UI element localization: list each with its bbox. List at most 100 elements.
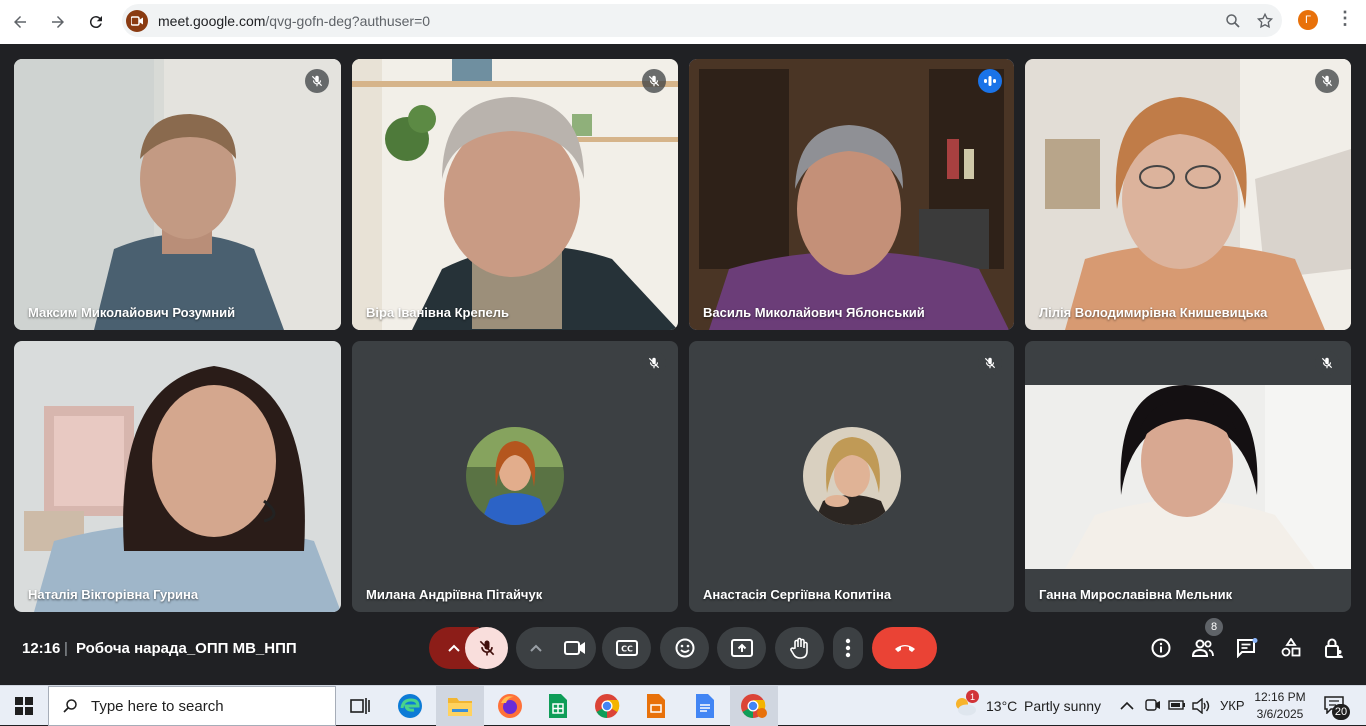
participant-name: Анастасія Сергіївна Копитіна — [703, 587, 892, 602]
taskbar-edge[interactable] — [386, 686, 434, 726]
windows-logo-icon — [15, 697, 33, 715]
more-options-button[interactable] — [833, 627, 863, 669]
task-view-button[interactable] — [336, 686, 384, 726]
participant-tile[interactable]: Милана Андріївна Пітайчук — [352, 341, 678, 612]
taskbar-file-explorer[interactable] — [436, 686, 484, 726]
forward-button[interactable] — [40, 4, 76, 40]
participant-avatar — [803, 427, 901, 525]
search-placeholder: Type here to search — [91, 697, 224, 715]
taskbar-chrome[interactable] — [583, 686, 631, 726]
info-icon — [1151, 638, 1171, 658]
chat-button[interactable] — [1231, 632, 1263, 664]
url-host: meet.google.com — [158, 12, 266, 29]
taskbar-firefox[interactable] — [486, 686, 534, 726]
zoom-icon[interactable] — [1224, 12, 1242, 30]
back-button[interactable] — [2, 4, 38, 40]
spreadsheet-icon — [549, 694, 567, 718]
camera-options-button[interactable] — [516, 627, 596, 669]
taskbar-search[interactable]: Type here to search — [48, 686, 336, 726]
mic-off-icon — [1315, 351, 1339, 375]
document-icon — [696, 694, 714, 718]
hand-icon — [789, 637, 808, 659]
participant-name: Лілія Володимирівна Книшевицька — [1039, 305, 1268, 320]
mic-off-icon — [978, 351, 1002, 375]
meeting-time: 12:16 — [22, 640, 61, 657]
battery-icon — [1168, 700, 1185, 710]
taskbar-slides[interactable] — [632, 686, 680, 726]
lock-person-icon — [1325, 638, 1343, 658]
show-hidden-icons-button[interactable] — [1120, 698, 1134, 716]
svg-text:CC: CC — [621, 645, 633, 654]
bookmark-star-icon[interactable] — [1256, 12, 1274, 30]
taskbar-docs[interactable] — [681, 686, 729, 726]
speaker-icon — [1192, 697, 1210, 715]
meeting-details-button[interactable] — [1145, 632, 1177, 664]
captions-button[interactable]: CC — [602, 627, 651, 669]
weather-widget[interactable]: 1 13°C Partly sunny — [952, 686, 1102, 726]
captions-icon: CC — [615, 640, 638, 656]
shapes-icon — [1281, 638, 1301, 657]
profile-avatar[interactable]: Г — [1298, 10, 1318, 30]
clock-time: 12:16 PM — [1254, 690, 1306, 704]
slides-icon — [647, 694, 665, 718]
participant-avatar — [466, 427, 564, 525]
meeting-separator: | — [64, 640, 68, 657]
battery-tray[interactable] — [1168, 698, 1186, 717]
chevron-up-icon — [448, 644, 460, 652]
participant-tile[interactable]: Ганна Мирославівна Мельник — [1025, 341, 1351, 612]
search-icon — [63, 699, 77, 713]
participant-video — [14, 341, 341, 612]
input-language[interactable]: УКР — [1220, 698, 1245, 713]
host-controls-button[interactable] — [1318, 632, 1350, 664]
chrome-profile-icon — [741, 694, 767, 718]
url-path: /qvg-gofn-deg?authuser=0 — [265, 12, 431, 29]
participant-name: Василь Миколайович Яблонський — [703, 305, 925, 320]
people-button[interactable] — [1187, 632, 1219, 664]
reactions-button[interactable] — [660, 627, 709, 669]
more-vert-icon — [845, 638, 851, 658]
arrow-right-icon — [52, 16, 64, 28]
address-bar[interactable]: meet.google.com/qvg-gofn-deg?authuser=0 — [122, 4, 1282, 37]
participant-tile[interactable]: Віра Іванівна Крепель — [352, 59, 678, 330]
weather-desc: Partly sunny — [1024, 698, 1102, 714]
taskbar-clock[interactable]: 12:16 PM 3/6/2025 — [1250, 688, 1310, 724]
start-button[interactable] — [0, 686, 48, 726]
weather-temp: 13°C — [986, 698, 1018, 714]
browser-menu-icon[interactable]: ⋮ — [1336, 8, 1354, 29]
mic-off-icon — [479, 640, 494, 656]
taskbar-sheets[interactable] — [534, 686, 582, 726]
leave-call-button[interactable] — [872, 627, 937, 669]
meet-tray-icon[interactable] — [1145, 697, 1161, 718]
end-call-icon — [894, 645, 915, 652]
taskbar-chrome-active[interactable] — [730, 686, 778, 726]
participant-tile[interactable]: Лілія Володимирівна Книшевицька — [1025, 59, 1351, 330]
chevron-up-icon — [530, 644, 542, 652]
video-camera-icon[interactable] — [564, 640, 586, 656]
camera-site-icon — [126, 9, 148, 32]
participant-name: Милана Андріївна Пітайчук — [366, 587, 543, 602]
weather-alert-badge: 1 — [966, 690, 979, 703]
participant-tile[interactable]: Наталія Вікторівна Гурина — [14, 341, 341, 612]
reload-icon — [89, 16, 102, 29]
raise-hand-button[interactable] — [775, 627, 824, 669]
clock-date: 3/6/2025 — [1256, 707, 1304, 721]
volume-tray[interactable] — [1192, 697, 1210, 719]
browser-toolbar: meet.google.com/qvg-gofn-deg?authuser=0 … — [0, 0, 1366, 44]
participant-tile-active-speaker[interactable]: Василь Миколайович Яблонський — [689, 59, 1014, 330]
firefox-icon — [498, 694, 522, 718]
activities-button[interactable] — [1275, 632, 1307, 664]
present-screen-button[interactable] — [717, 627, 766, 669]
mic-off-icon — [1315, 69, 1339, 93]
participant-name: Віра Іванівна Крепель — [366, 305, 510, 320]
participant-tile[interactable]: Максим Миколайович Розумний — [14, 59, 341, 330]
mic-toggle-button[interactable] — [465, 627, 508, 669]
participant-name: Ганна Мирославівна Мельник — [1039, 587, 1233, 602]
participant-tile[interactable]: Анастасія Сергіївна Копитіна — [689, 341, 1014, 612]
participant-name: Наталія Вікторівна Гурина — [28, 587, 199, 602]
mic-off-icon — [642, 351, 666, 375]
chevron-up-icon — [1120, 701, 1134, 710]
reload-button[interactable] — [78, 4, 114, 40]
notification-center-button[interactable]: 20 — [1322, 692, 1352, 720]
chat-icon — [1237, 638, 1258, 658]
meeting-control-bar: 12:16 | Робоча нарада_ОПП МВ_НПП CC 8 — [0, 618, 1366, 682]
